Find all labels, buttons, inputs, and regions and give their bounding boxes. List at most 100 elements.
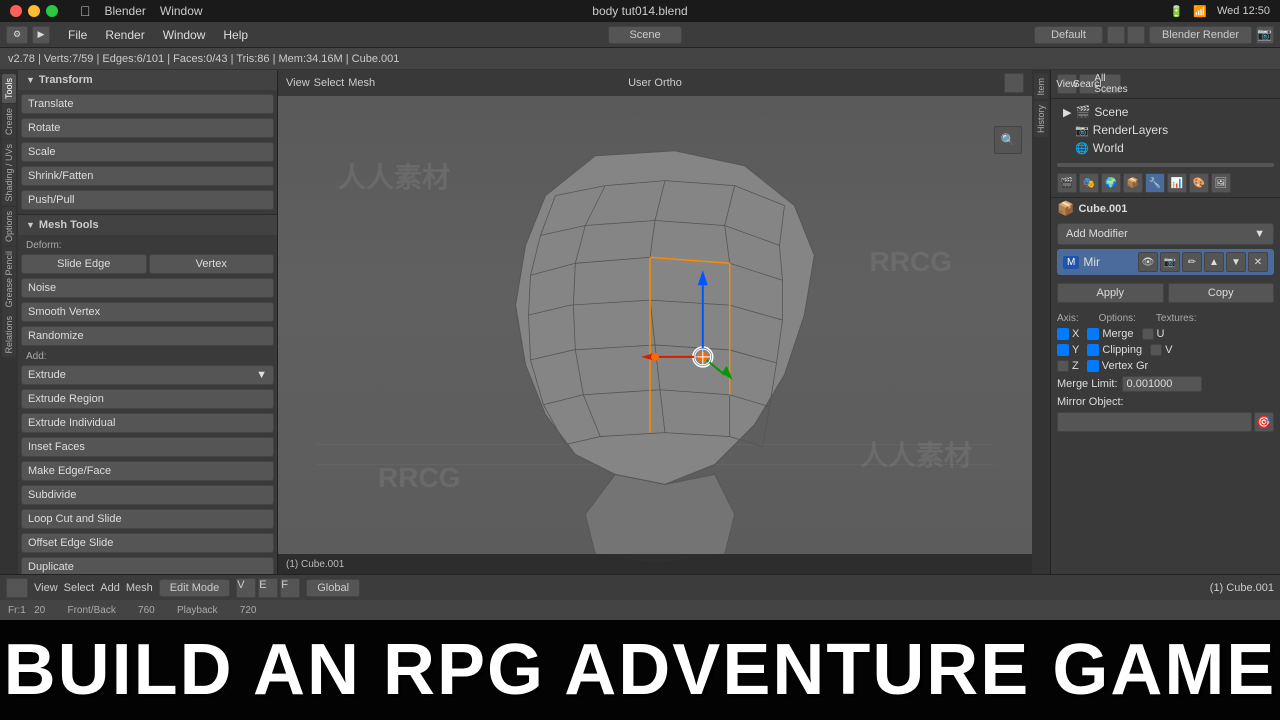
view-menu-vp[interactable]: View [286, 77, 310, 89]
mesh-tools-section: ▼ Mesh Tools Deform: Slide Edge Vertex N… [18, 215, 277, 574]
randomize-btn[interactable]: Randomize [21, 326, 274, 346]
copy-btn[interactable]: Copy [1168, 283, 1275, 303]
scale-btn[interactable]: Scale [21, 142, 274, 162]
mesh-tools-header[interactable]: ▼ Mesh Tools [18, 215, 277, 235]
options-tab[interactable]: Options [2, 207, 16, 246]
default-dropdown[interactable]: Default [1034, 26, 1103, 44]
edit-mode-dropdown[interactable]: Edit Mode [159, 579, 231, 597]
x-checkbox[interactable] [1057, 328, 1069, 340]
global-dropdown[interactable]: Global [306, 579, 360, 597]
minimize-button[interactable] [28, 5, 40, 17]
clipping-checkbox[interactable] [1087, 344, 1099, 356]
camera-icon[interactable]: 📷 [1256, 26, 1274, 44]
z-checkbox[interactable] [1057, 360, 1069, 372]
mesh-menu-bottom[interactable]: Mesh [126, 582, 153, 594]
vertex-btn[interactable]: Vertex [149, 254, 275, 274]
merge-limit-input[interactable] [1122, 376, 1202, 392]
texture-props-icon[interactable]: 🖼 [1211, 173, 1231, 193]
add-menu-bottom[interactable]: Add [100, 582, 120, 594]
subdivide-btn[interactable]: Subdivide [21, 485, 274, 505]
grease-pencil-tab[interactable]: Grease Pencil [2, 247, 16, 312]
v-checkbox[interactable] [1150, 344, 1162, 356]
rotate-btn[interactable]: Rotate [21, 118, 274, 138]
make-edge-face-btn[interactable]: Make Edge/Face [21, 461, 274, 481]
world-item[interactable]: 🌐 World [1059, 139, 1272, 157]
render-props-icon[interactable]: 🎬 [1057, 173, 1077, 193]
material-props-icon[interactable]: 🎨 [1189, 173, 1209, 193]
render-layers-item[interactable]: 📷 RenderLayers [1059, 121, 1272, 139]
all-scenes-btn[interactable]: All Scenes [1101, 74, 1121, 94]
u-checkbox[interactable] [1142, 328, 1154, 340]
file-menu[interactable]: File [60, 26, 95, 44]
face-mode-icon[interactable]: F [280, 578, 300, 598]
scene-props-icon[interactable]: 🎭 [1079, 173, 1099, 193]
window-menu[interactable]: Window [160, 4, 203, 18]
mirror-object-picker[interactable]: 🎯 [1254, 412, 1274, 432]
duplicate-btn[interactable]: Duplicate [21, 557, 274, 574]
inset-faces-btn[interactable]: Inset Faces [21, 437, 274, 457]
shading-uvs-tab[interactable]: Shading / UVs [2, 140, 16, 206]
world-props-icon[interactable]: 🌍 [1101, 173, 1121, 193]
vertex-gr-checkbox[interactable] [1087, 360, 1099, 372]
translate-btn[interactable]: Translate [21, 94, 274, 114]
modifier-up-icon[interactable]: ▲ [1204, 252, 1224, 272]
modifier-props-icon[interactable]: 🔧 [1145, 173, 1165, 193]
y-checkbox[interactable] [1057, 344, 1069, 356]
bottom-icon-1[interactable] [6, 578, 28, 598]
vertex-mode-icon[interactable]: V [236, 578, 256, 598]
close-button[interactable] [10, 5, 22, 17]
layout-icon2[interactable] [1127, 26, 1145, 44]
select-menu-bottom[interactable]: Select [64, 582, 95, 594]
transform-header[interactable]: ▼ Transform [18, 70, 277, 90]
window-menu-blender[interactable]: Window [155, 26, 214, 44]
extrude-dropdown-btn[interactable]: Extrude ▼ [21, 365, 274, 385]
add-modifier-btn[interactable]: Add Modifier ▼ [1057, 223, 1274, 245]
shrink-fatten-btn[interactable]: Shrink/Fatten [21, 166, 274, 186]
mirror-object-input[interactable] [1057, 412, 1252, 432]
render-icon-btn[interactable]: ⚙ [6, 26, 28, 44]
scene-label: Scene [1094, 105, 1128, 119]
select-menu-vp[interactable]: Select [314, 77, 345, 89]
view-nav-icon[interactable] [1004, 73, 1024, 93]
help-menu[interactable]: Help [215, 26, 256, 44]
right-tab-2[interactable]: History [1034, 101, 1048, 137]
render-engine-dropdown[interactable]: Blender Render [1149, 26, 1252, 44]
right-tab-1[interactable]: Item [1034, 74, 1048, 100]
scene-dropdown[interactable]: Scene [608, 26, 681, 44]
slide-edge-btn[interactable]: Slide Edge [21, 254, 147, 274]
apply-btn[interactable]: Apply [1057, 283, 1164, 303]
modifier-close-icon[interactable]: ✕ [1248, 252, 1268, 272]
transform-arrow: ▼ [26, 75, 35, 85]
merge-checkbox[interactable] [1087, 328, 1099, 340]
tools-tab[interactable]: Tools [2, 74, 16, 103]
push-pull-btn[interactable]: Push/Pull [21, 190, 274, 210]
modifier-edit-icon[interactable]: ✏ [1182, 252, 1202, 272]
extrude-individual-btn[interactable]: Extrude Individual [21, 413, 274, 433]
scene-icon-btn[interactable]: ▶ [32, 26, 50, 44]
smooth-vertex-btn[interactable]: Smooth Vertex [21, 302, 274, 322]
viewport[interactable]: View Select Mesh User Ortho 人人素材 RRCG RR… [278, 70, 1032, 574]
layout-icon[interactable] [1107, 26, 1125, 44]
object-name-label: Cube.001 [1078, 203, 1127, 215]
viewport-3d[interactable]: 人人素材 RRCG RRCG 人人素材 [278, 96, 1032, 574]
view-menu-bottom[interactable]: View [34, 582, 58, 594]
modifier-render-icon[interactable]: 📷 [1160, 252, 1180, 272]
zoom-icon[interactable]: 🔍 [994, 126, 1022, 154]
edge-mode-icon[interactable]: E [258, 578, 278, 598]
app-name: Blender [105, 4, 146, 18]
render-menu[interactable]: Render [97, 26, 152, 44]
mesh-menu-vp[interactable]: Mesh [348, 77, 375, 89]
extrude-region-btn[interactable]: Extrude Region [21, 389, 274, 409]
scene-item[interactable]: ▶ 🎬 Scene [1059, 103, 1272, 121]
relations-tab[interactable]: Relations [2, 312, 16, 358]
modifier-eye-icon[interactable]: 👁 [1138, 252, 1158, 272]
create-tab[interactable]: Create [2, 104, 16, 139]
scrollbar[interactable] [1057, 163, 1274, 167]
loop-cut-slide-btn[interactable]: Loop Cut and Slide [21, 509, 274, 529]
noise-btn[interactable]: Noise [21, 278, 274, 298]
maximize-button[interactable] [46, 5, 58, 17]
modifier-down-icon[interactable]: ▼ [1226, 252, 1246, 272]
offset-edge-slide-btn[interactable]: Offset Edge Slide [21, 533, 274, 553]
object-props-icon[interactable]: 📦 [1123, 173, 1143, 193]
data-props-icon[interactable]: 📊 [1167, 173, 1187, 193]
